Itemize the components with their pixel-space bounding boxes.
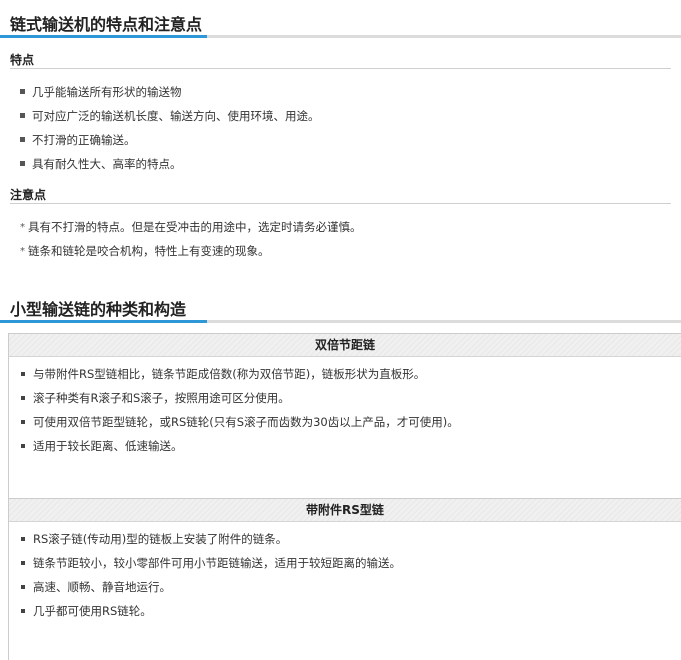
list-item: 与带附件RS型链相比，链条节距成倍数(称为双倍节距)，链板形状为直板形。: [19, 366, 681, 390]
features-list: 几乎能输送所有形状的输送物 可对应广泛的输送机长度、输送方向、使用环境、用途。 …: [18, 84, 320, 180]
divider: [10, 68, 671, 69]
notes-list: 具有不打滑的特点。但是在受冲击的用途中，选定时请务必谨慎。 链条和链轮是咬合机构…: [18, 219, 362, 267]
sub-heading-title: 特点: [10, 53, 35, 67]
rs-attachment-chain-card: 带附件RS型链 RS滚子链(传动用)型的链板上安装了附件的链条。 链条节距较小，…: [8, 498, 681, 660]
list-item: 链条和链轮是咬合机构，特性上有变速的现象。: [18, 243, 362, 267]
section-heading-types: 小型输送链的种类和构造: [0, 293, 681, 323]
list-item: 不打滑的正确输送。: [18, 132, 320, 156]
list-item: 适用于较长距离、低速输送。: [19, 438, 681, 462]
list-item: 具有不打滑的特点。但是在受冲击的用途中，选定时请务必谨慎。: [18, 219, 362, 243]
divider: [10, 203, 671, 204]
card-header: 双倍节距链: [9, 334, 681, 357]
list-item: 链条节距较小，较小零部件可用小节距链输送，适用于较短距离的输送。: [19, 555, 681, 579]
list-item: 可对应广泛的输送机长度、输送方向、使用环境、用途。: [18, 108, 320, 132]
heading-accent-rule: [0, 320, 207, 323]
card-list: RS滚子链(传动用)型的链板上安装了附件的链条。 链条节距较小，较小零部件可用小…: [9, 531, 681, 627]
section-heading-features: 链式输送机的特点和注意点: [0, 8, 681, 38]
sub-heading-title: 注意点: [10, 188, 47, 202]
list-item: 几乎都可使用RS链轮。: [19, 603, 681, 627]
list-item: 几乎能输送所有形状的输送物: [18, 84, 320, 108]
heading-accent-rule: [0, 35, 207, 38]
list-item: 具有耐久性大、高率的特点。: [18, 156, 320, 180]
list-item: 高速、顺畅、静音地运行。: [19, 579, 681, 603]
card-list: 与带附件RS型链相比，链条节距成倍数(称为双倍节距)，链板形状为直板形。 滚子种…: [9, 366, 681, 462]
list-item: 滚子种类有R滚子和S滚子，按照用途可区分使用。: [19, 390, 681, 414]
page: 链式输送机的特点和注意点 特点 几乎能输送所有形状的输送物 可对应广泛的输送机长…: [0, 0, 681, 660]
sub-heading-notes: 注意点: [0, 186, 671, 204]
section-title: 链式输送机的特点和注意点: [10, 15, 203, 34]
list-item: 可使用双倍节距型链轮，或RS链轮(只有S滚子而齿数为30齿以上产品，才可使用)。: [19, 414, 681, 438]
section-title: 小型输送链的种类和构造: [10, 300, 187, 319]
double-pitch-chain-card: 双倍节距链 与带附件RS型链相比，链条节距成倍数(称为双倍节距)，链板形状为直板…: [8, 333, 681, 499]
list-item: RS滚子链(传动用)型的链板上安装了附件的链条。: [19, 531, 681, 555]
card-header: 带附件RS型链: [9, 499, 681, 522]
sub-heading-features: 特点: [0, 51, 671, 69]
